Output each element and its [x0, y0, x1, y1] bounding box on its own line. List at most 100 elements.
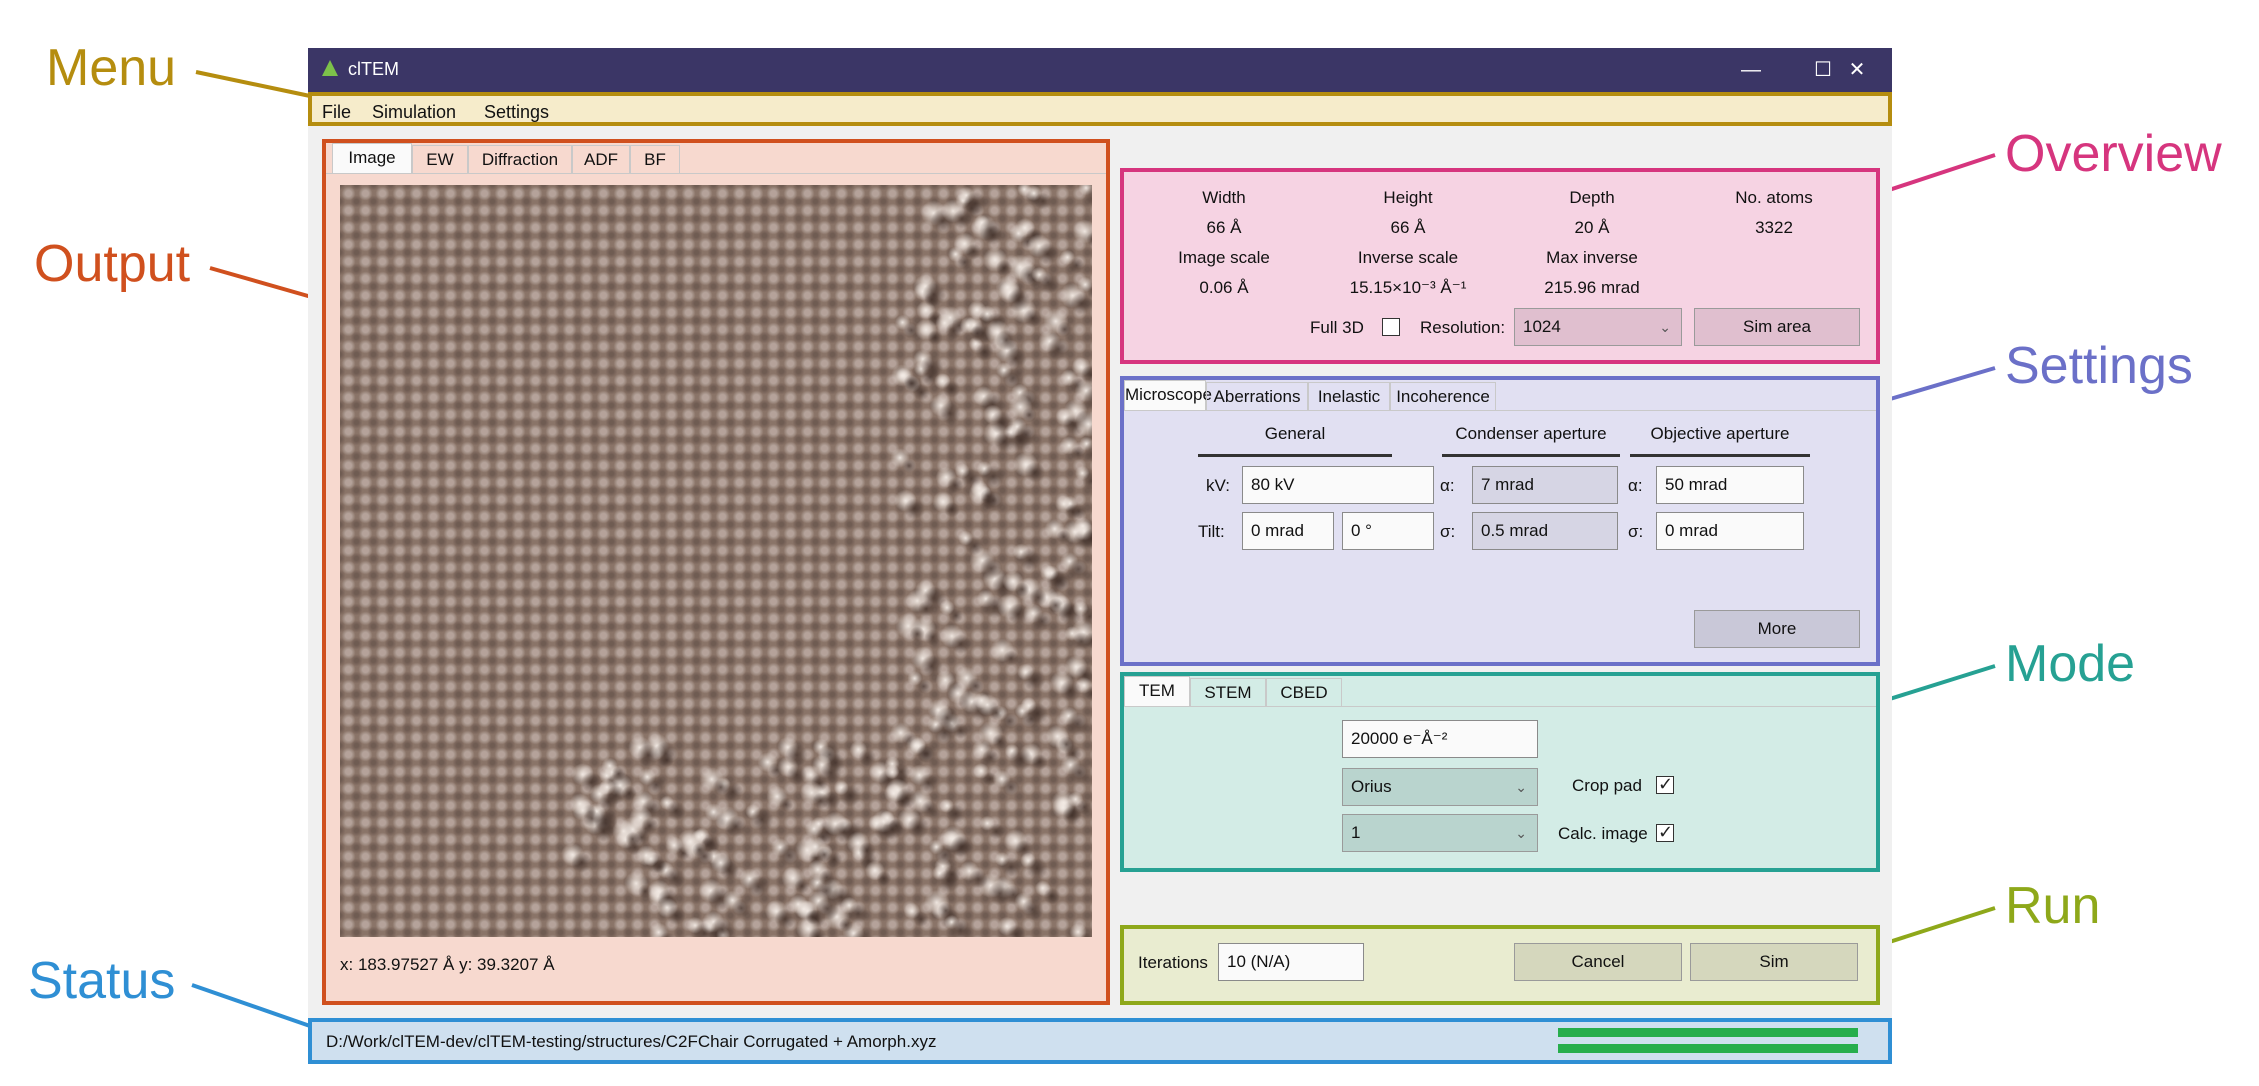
amorphous-blob	[995, 329, 1017, 351]
amorphous-blob	[922, 282, 946, 306]
callout-settings: Settings	[2005, 337, 2193, 395]
kv-input[interactable]: 80 kV	[1242, 466, 1434, 504]
obj-sigma-input[interactable]: 0 mrad	[1656, 512, 1804, 550]
tab-ew[interactable]: EW	[412, 145, 468, 173]
resolution-value: 1024	[1523, 317, 1561, 336]
amorphous-blob	[995, 259, 1013, 277]
amorphous-blob	[924, 628, 942, 646]
height-value: 66 Å	[1390, 218, 1426, 237]
callout-menu: Menu	[46, 39, 177, 97]
amorphous-blob	[833, 820, 855, 843]
amorphous-blob	[937, 869, 960, 893]
amorphous-blob	[979, 557, 1003, 580]
menu-settings[interactable]: Settings	[484, 102, 549, 123]
menu-simulation[interactable]: Simulation	[372, 102, 456, 123]
tab-tem[interactable]: TEM	[1124, 676, 1190, 706]
detector-select[interactable]: Orius ⌄	[1342, 768, 1538, 806]
amorphous-blob	[936, 706, 959, 729]
calc-image-checkbox[interactable]: ✓	[1656, 822, 1674, 842]
amorphous-blob	[1026, 857, 1048, 880]
amorphous-blob	[888, 818, 904, 834]
amorphous-blob	[967, 677, 984, 695]
iterations-label: Iterations	[1138, 953, 1208, 972]
amorphous-blob	[1043, 887, 1061, 905]
tab-adf[interactable]: ADF	[572, 145, 630, 173]
amorphous-blob	[948, 608, 963, 623]
amorphous-region-overlay	[561, 185, 1092, 937]
amorphous-blob	[944, 502, 960, 518]
amorphous-blob	[1006, 288, 1031, 312]
status-leader	[191, 983, 311, 1028]
menu-file[interactable]: File	[322, 102, 351, 123]
close-button[interactable]: ✕	[1822, 48, 1892, 92]
tab-bf[interactable]: BF	[630, 145, 680, 173]
amorphous-blob	[951, 634, 971, 654]
check-icon: ✓	[1658, 774, 1674, 794]
sim-area-button[interactable]: Sim area	[1694, 308, 1860, 346]
iterations-input[interactable]: 10 (N/A)	[1218, 943, 1364, 981]
tab-incoherence[interactable]: Incoherence	[1390, 382, 1496, 410]
amorphous-blob	[942, 380, 961, 398]
amorphous-blob	[731, 898, 752, 918]
amorphous-blob	[1068, 257, 1085, 274]
menu-bar: File Simulation Settings	[308, 92, 1892, 126]
status-bar: D:/Work/clTEM-dev/clTEM-testing/structur…	[308, 1018, 1892, 1064]
chevron-down-icon: ⌄	[1659, 319, 1671, 335]
cond-sigma-input[interactable]: 0.5 mrad	[1472, 512, 1618, 550]
amorphous-blob	[1014, 423, 1038, 446]
resolution-select[interactable]: 1024 ⌄	[1514, 308, 1682, 346]
tab-stem[interactable]: STEM	[1190, 678, 1266, 706]
amorphous-blob	[1036, 242, 1059, 265]
amorphous-blob	[858, 842, 876, 860]
amorphous-blob	[1046, 337, 1070, 361]
amorphous-blob	[945, 322, 962, 340]
title-bar[interactable]: clTEM — ☐ ✕	[308, 48, 1892, 92]
detector-value: Orius	[1351, 777, 1392, 796]
inverse-scale-value: 15.15×10⁻³ Å⁻¹	[1349, 278, 1467, 297]
tab-cbed[interactable]: CBED	[1266, 678, 1342, 706]
amorphous-blob	[794, 878, 810, 894]
amorphous-blob	[778, 797, 793, 812]
tab-microscope[interactable]: Microscope	[1124, 380, 1212, 410]
tilt-input[interactable]: 0 mrad	[1242, 512, 1334, 550]
amorphous-blob	[666, 906, 686, 926]
condenser-header: Condenser aperture	[1455, 424, 1607, 443]
window-title: clTEM	[348, 59, 399, 79]
full3d-label: Full 3D	[1310, 318, 1364, 337]
amorphous-blob	[1065, 712, 1090, 736]
tab-diffraction[interactable]: Diffraction	[468, 145, 572, 173]
minimize-button[interactable]: —	[1716, 48, 1786, 92]
crop-pad-checkbox[interactable]: ✓	[1656, 774, 1674, 794]
amorphous-blob	[583, 809, 601, 828]
tab-image[interactable]: Image	[332, 143, 412, 173]
mode-tabs: TEM STEM CBED	[1124, 676, 1876, 707]
amorphous-blob	[988, 705, 1004, 721]
full3d-checkbox[interactable]	[1382, 318, 1400, 336]
tab-aberrations[interactable]: Aberrations	[1206, 382, 1308, 410]
run-leader	[1879, 906, 1996, 947]
check-icon: ✓	[1658, 822, 1674, 842]
binning-select[interactable]: 1 ⌄	[1342, 814, 1538, 852]
obj-alpha-input[interactable]: 50 mrad	[1656, 466, 1804, 504]
amorphous-blob	[918, 600, 935, 617]
cond-alpha-input[interactable]: 7 mrad	[1472, 466, 1618, 504]
simulated-image[interactable]	[340, 185, 1092, 937]
amorphous-blob	[1037, 271, 1060, 294]
tab-inelastic[interactable]: Inelastic	[1308, 382, 1390, 410]
amorphous-blob	[646, 775, 666, 795]
amorphous-blob	[980, 488, 996, 505]
tilt-azimuth-input[interactable]: 0 °	[1342, 512, 1434, 550]
more-button[interactable]: More	[1694, 610, 1860, 648]
obj-sigma-label: σ:	[1628, 522, 1644, 541]
cond-alpha-label: α:	[1440, 476, 1455, 495]
amorphous-blob	[1034, 192, 1052, 210]
dose-input[interactable]: 20000 e⁻Å⁻²	[1342, 720, 1538, 758]
amorphous-blob	[975, 342, 994, 362]
sim-button[interactable]: Sim	[1690, 943, 1858, 981]
amorphous-blob	[571, 852, 592, 873]
settings-panel: Microscope Aberrations Inelastic Incoher…	[1120, 376, 1880, 666]
amorphous-blob	[1058, 736, 1075, 753]
cancel-button[interactable]: Cancel	[1514, 943, 1682, 981]
amorphous-blob	[904, 498, 926, 520]
amorphous-blob	[1024, 461, 1046, 483]
